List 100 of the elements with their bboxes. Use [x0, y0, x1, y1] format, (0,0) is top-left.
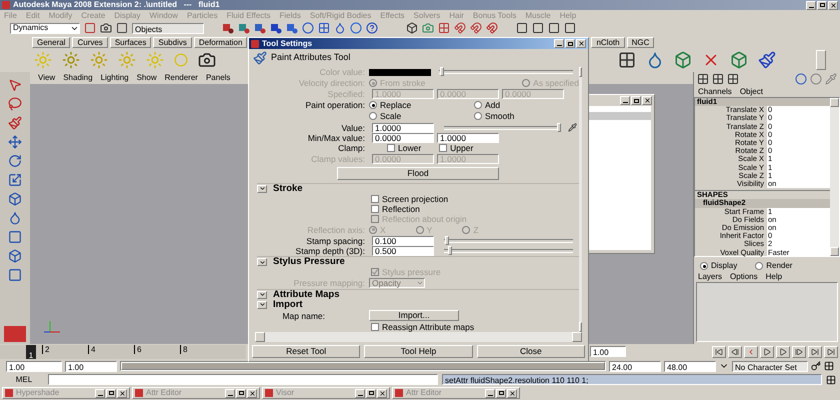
- grid-icon[interactable]: [697, 73, 709, 85]
- horizontal-scrollbar[interactable]: [255, 332, 582, 342]
- channel-menu-item[interactable]: Channels: [698, 86, 732, 98]
- close-icon[interactable]: [247, 388, 257, 398]
- maximize-icon[interactable]: [106, 388, 116, 398]
- range-end-field[interactable]: 24.00: [609, 360, 661, 372]
- slider-track[interactable]: [439, 70, 573, 74]
- maximize-icon[interactable]: [236, 388, 246, 398]
- scrollbar[interactable]: [830, 98, 839, 256]
- selection-field[interactable]: Objects: [132, 22, 204, 34]
- maximize-icon[interactable]: [631, 96, 641, 105]
- collapse-icon[interactable]: [257, 290, 267, 299]
- number-field[interactable]: 0.100: [372, 236, 434, 246]
- cube-icon[interactable]: [8, 192, 22, 206]
- panel-icon[interactable]: [564, 22, 576, 34]
- grid-icon[interactable]: [824, 361, 834, 371]
- camera-icon[interactable]: [198, 51, 216, 69]
- number-field[interactable]: 1.0000: [437, 132, 499, 143]
- checkbox[interactable]: [371, 323, 379, 332]
- grid-icon[interactable]: [618, 51, 636, 69]
- panel-icon[interactable]: [516, 22, 528, 34]
- close-icon[interactable]: [117, 388, 127, 398]
- droplet-icon[interactable]: [334, 22, 346, 34]
- eyedropper-icon[interactable]: [568, 123, 577, 132]
- checkbox[interactable]: [439, 144, 448, 152]
- radio-button[interactable]: [474, 101, 482, 110]
- layer-menu-item[interactable]: Options: [730, 270, 758, 282]
- shelf-scroll[interactable]: [816, 50, 826, 70]
- grid-icon[interactable]: [826, 374, 836, 384]
- maximize-icon[interactable]: [817, 0, 827, 10]
- paintbrush-icon[interactable]: [8, 116, 22, 130]
- panel-icon[interactable]: [548, 22, 560, 34]
- number-field[interactable]: 0.500: [372, 246, 434, 256]
- square-icon[interactable]: [8, 268, 22, 282]
- time-slider[interactable]: 1 2 4 6 8: [0, 344, 246, 358]
- lasso-icon[interactable]: [8, 97, 22, 111]
- rotate-icon[interactable]: [8, 154, 22, 168]
- shelf-tab[interactable]: nCloth: [591, 37, 625, 48]
- magnet-icon[interactable]: [486, 22, 498, 34]
- grid-icon[interactable]: [727, 73, 739, 85]
- selection-mask-icon[interactable]: [238, 22, 250, 34]
- selection-mask-icon[interactable]: [286, 22, 298, 34]
- playback-button[interactable]: [712, 346, 726, 358]
- menu-set-dropdown[interactable]: Dynamics: [10, 22, 80, 34]
- shelf-tab[interactable]: Subdivs: [153, 37, 192, 48]
- start-time-field[interactable]: 1.00: [6, 360, 62, 372]
- cube-icon[interactable]: [674, 51, 692, 69]
- cube-icon[interactable]: [8, 249, 22, 263]
- collapse-icon[interactable]: [257, 300, 267, 309]
- key-icon[interactable]: [811, 361, 821, 371]
- minimize-icon[interactable]: [620, 96, 630, 105]
- minimize-icon[interactable]: [806, 0, 816, 10]
- slider-thumb[interactable]: [448, 246, 452, 256]
- layer-menu-item[interactable]: Layers: [698, 270, 722, 282]
- droplet-icon[interactable]: [646, 51, 664, 69]
- playback-button[interactable]: [808, 346, 822, 358]
- radio-button[interactable]: [755, 262, 764, 270]
- shelf-tab[interactable]: Deformation: [194, 37, 248, 48]
- panel-icon[interactable]: [532, 22, 544, 34]
- close-icon[interactable]: [828, 0, 838, 10]
- scroll-down-icon[interactable]: [579, 322, 582, 332]
- end-time-field[interactable]: 48.00: [664, 360, 716, 372]
- panel-menu-item[interactable]: Shading: [63, 72, 93, 84]
- checkbox[interactable]: [371, 204, 379, 213]
- number-field[interactable]: 0.0000: [372, 132, 434, 143]
- minimize-icon[interactable]: [485, 388, 495, 398]
- maximize-icon[interactable]: [366, 388, 376, 398]
- minimize-icon[interactable]: [554, 39, 564, 48]
- clapper-icon[interactable]: [100, 22, 112, 34]
- radio-button[interactable]: [369, 101, 377, 110]
- channel-menu-item[interactable]: Object: [740, 86, 763, 98]
- close-icon[interactable]: [576, 39, 586, 48]
- slider-thumb[interactable]: [557, 122, 561, 132]
- collapse-icon[interactable]: [257, 258, 267, 266]
- save-icon[interactable]: [116, 22, 128, 34]
- radio-button[interactable]: [700, 262, 708, 270]
- document-icon[interactable]: [84, 22, 96, 34]
- shelf-tab[interactable]: Curves: [72, 37, 108, 48]
- magnet-icon[interactable]: [454, 22, 466, 34]
- panel-menu-item[interactable]: View: [38, 72, 56, 84]
- help-icon[interactable]: [366, 22, 378, 34]
- selection-mask-icon[interactable]: [270, 22, 282, 34]
- dialog-button[interactable]: Tool Help: [364, 345, 473, 358]
- range-start-field[interactable]: 1.00: [65, 360, 117, 372]
- collapse-icon[interactable]: [257, 184, 267, 193]
- playback-button[interactable]: [792, 346, 806, 358]
- selection-mask-icon[interactable]: [254, 22, 266, 34]
- minimize-icon[interactable]: [95, 388, 105, 398]
- number-field[interactable]: 1.0000: [372, 122, 434, 133]
- scroll-up-icon[interactable]: [579, 67, 582, 77]
- close-icon[interactable]: [642, 96, 652, 105]
- dialog-button[interactable]: Reset Tool: [252, 345, 360, 358]
- minimize-icon[interactable]: [225, 388, 235, 398]
- shelf-tab[interactable]: General: [32, 37, 70, 48]
- shelf-tab[interactable]: NGC: [626, 37, 654, 48]
- panel-menu-item[interactable]: Panels: [206, 72, 230, 84]
- slider-track[interactable]: [444, 126, 559, 130]
- slider-track[interactable]: [444, 238, 573, 243]
- slider-thumb[interactable]: [444, 236, 449, 245]
- panel-menu-item[interactable]: Renderer: [164, 72, 198, 84]
